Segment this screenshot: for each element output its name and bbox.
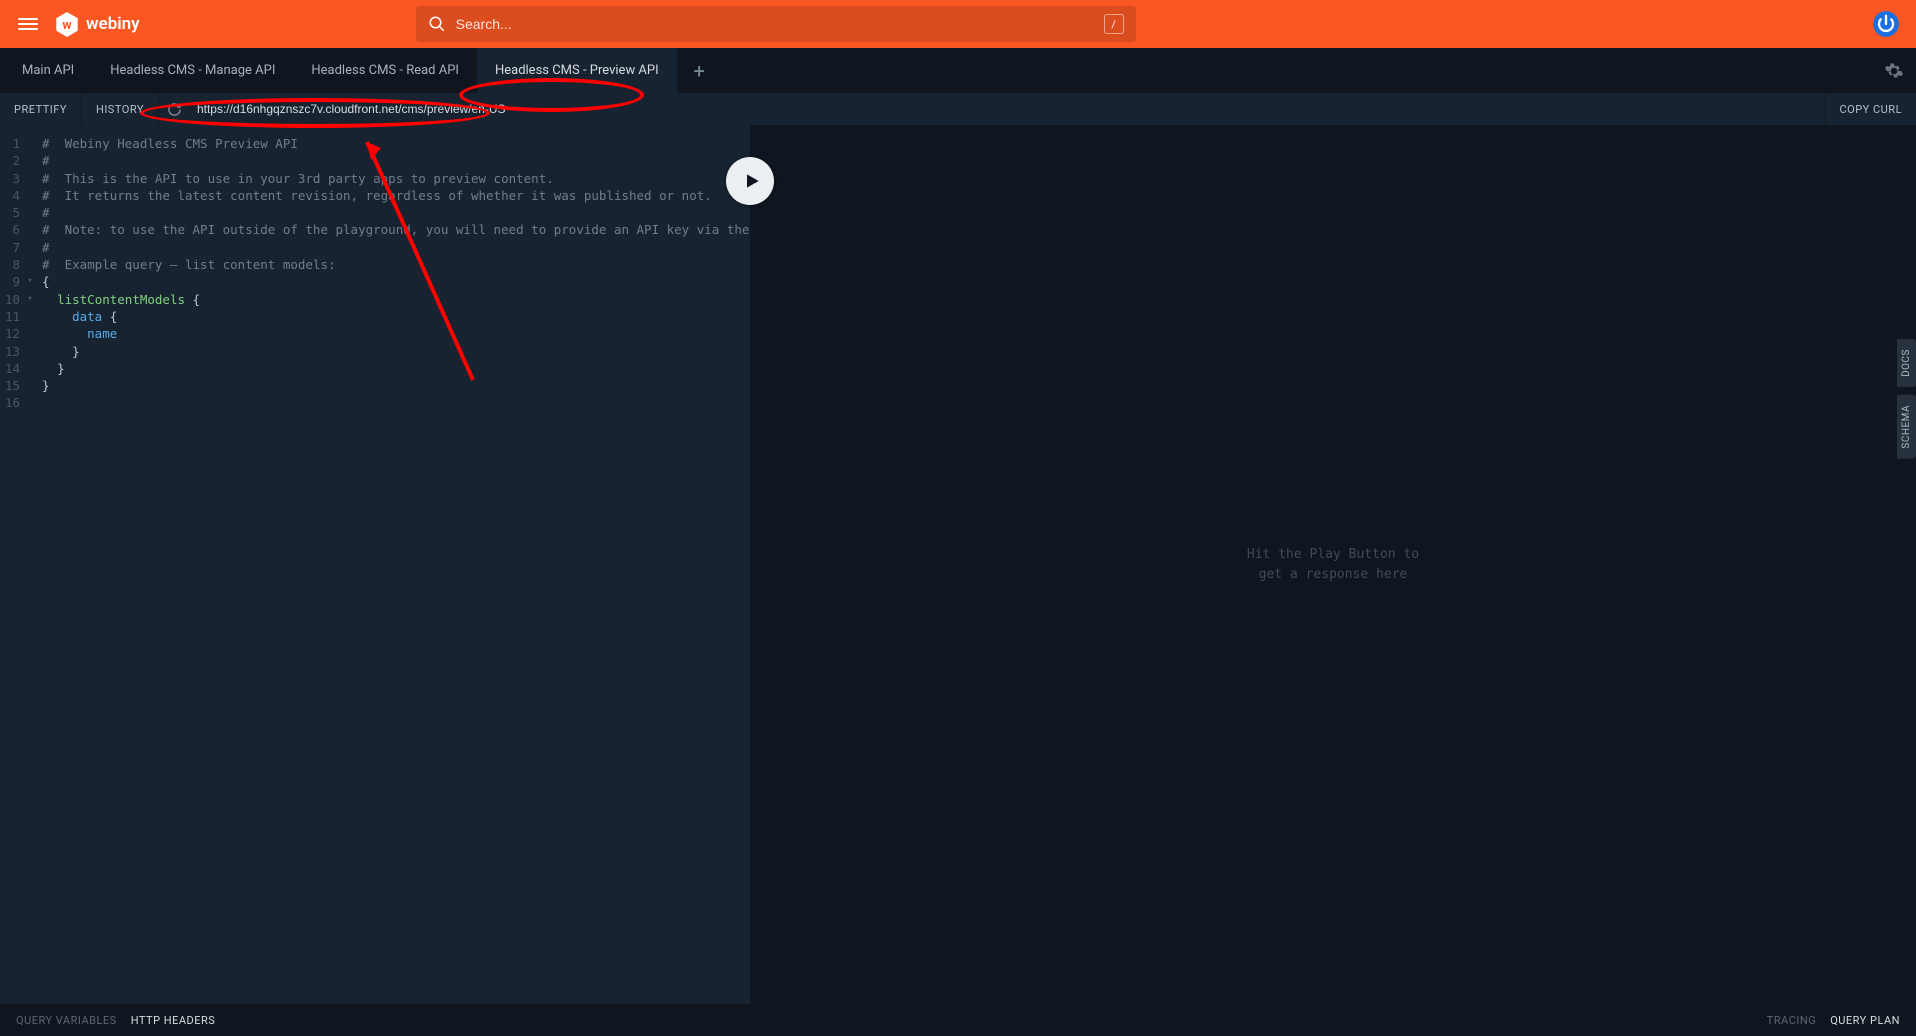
search-input[interactable] xyxy=(456,16,1094,32)
global-search[interactable]: / xyxy=(416,6,1136,42)
endpoint-url-input[interactable] xyxy=(191,102,1825,116)
response-placeholder: Hit the Play Button to get a response he… xyxy=(1247,545,1419,584)
fold-gutter: ▾ ▾ xyxy=(24,125,36,1004)
history-button[interactable]: HISTORY xyxy=(82,93,159,125)
webiny-logo-icon: w xyxy=(56,12,78,37)
brand-text: webiny xyxy=(86,14,140,34)
gear-icon xyxy=(1884,61,1904,81)
search-shortcut-badge: / xyxy=(1104,14,1124,34)
query-variables-tab[interactable]: QUERY VARIABLES xyxy=(16,1014,117,1027)
bottom-bar: QUERY VARIABLES HTTP HEADERS TRACING QUE… xyxy=(0,1004,1916,1036)
tracing-tab[interactable]: TRACING xyxy=(1767,1014,1816,1027)
endpoint-url[interactable] xyxy=(191,93,1825,125)
settings-button[interactable] xyxy=(1871,48,1916,93)
side-panel-tabs: DOCS SCHEMA xyxy=(1897,339,1916,459)
docs-tab[interactable]: DOCS xyxy=(1897,339,1916,387)
query-plan-tab[interactable]: QUERY PLAN xyxy=(1830,1014,1900,1027)
playground-tabs: Main API Headless CMS - Manage API Headl… xyxy=(0,48,1916,93)
code-content[interactable]: # Webiny Headless CMS Preview API # # Th… xyxy=(36,125,750,1004)
prettify-button[interactable]: PRETTIFY xyxy=(0,93,82,125)
tab-read-api[interactable]: Headless CMS - Read API xyxy=(293,48,477,93)
response-pane: Hit the Play Button to get a response he… xyxy=(750,125,1916,1004)
brand-logo[interactable]: w webiny xyxy=(56,12,140,37)
schema-tab[interactable]: SCHEMA xyxy=(1897,395,1916,459)
svg-text:w: w xyxy=(62,17,71,32)
copy-curl-button[interactable]: COPY CURL xyxy=(1825,93,1916,125)
tab-label: Main API xyxy=(22,63,74,78)
reload-icon xyxy=(167,102,182,117)
add-tab-button[interactable]: + xyxy=(677,48,722,93)
reload-button[interactable] xyxy=(159,93,191,125)
tab-label: Headless CMS - Preview API xyxy=(495,63,659,78)
playground-workspace: 12345678910111213141516 ▾ ▾ # Webiny Hea… xyxy=(0,125,1916,1004)
search-icon xyxy=(428,15,446,33)
top-bar: w webiny / xyxy=(0,0,1916,48)
query-editor[interactable]: 12345678910111213141516 ▾ ▾ # Webiny Hea… xyxy=(0,125,750,1004)
tab-label: Headless CMS - Read API xyxy=(311,63,459,78)
run-query-button[interactable] xyxy=(726,157,774,205)
menu-icon[interactable] xyxy=(16,12,40,36)
tab-preview-api[interactable]: Headless CMS - Preview API xyxy=(477,48,677,93)
playground-toolbar: PRETTIFY HISTORY COPY CURL xyxy=(0,93,1916,125)
tab-main-api[interactable]: Main API xyxy=(4,48,92,93)
line-numbers: 12345678910111213141516 xyxy=(0,125,24,1004)
tab-manage-api[interactable]: Headless CMS - Manage API xyxy=(92,48,293,93)
tab-label: Headless CMS - Manage API xyxy=(110,63,275,78)
http-headers-tab[interactable]: HTTP HEADERS xyxy=(131,1014,216,1027)
play-icon xyxy=(742,171,762,191)
power-icon[interactable] xyxy=(1872,10,1900,38)
